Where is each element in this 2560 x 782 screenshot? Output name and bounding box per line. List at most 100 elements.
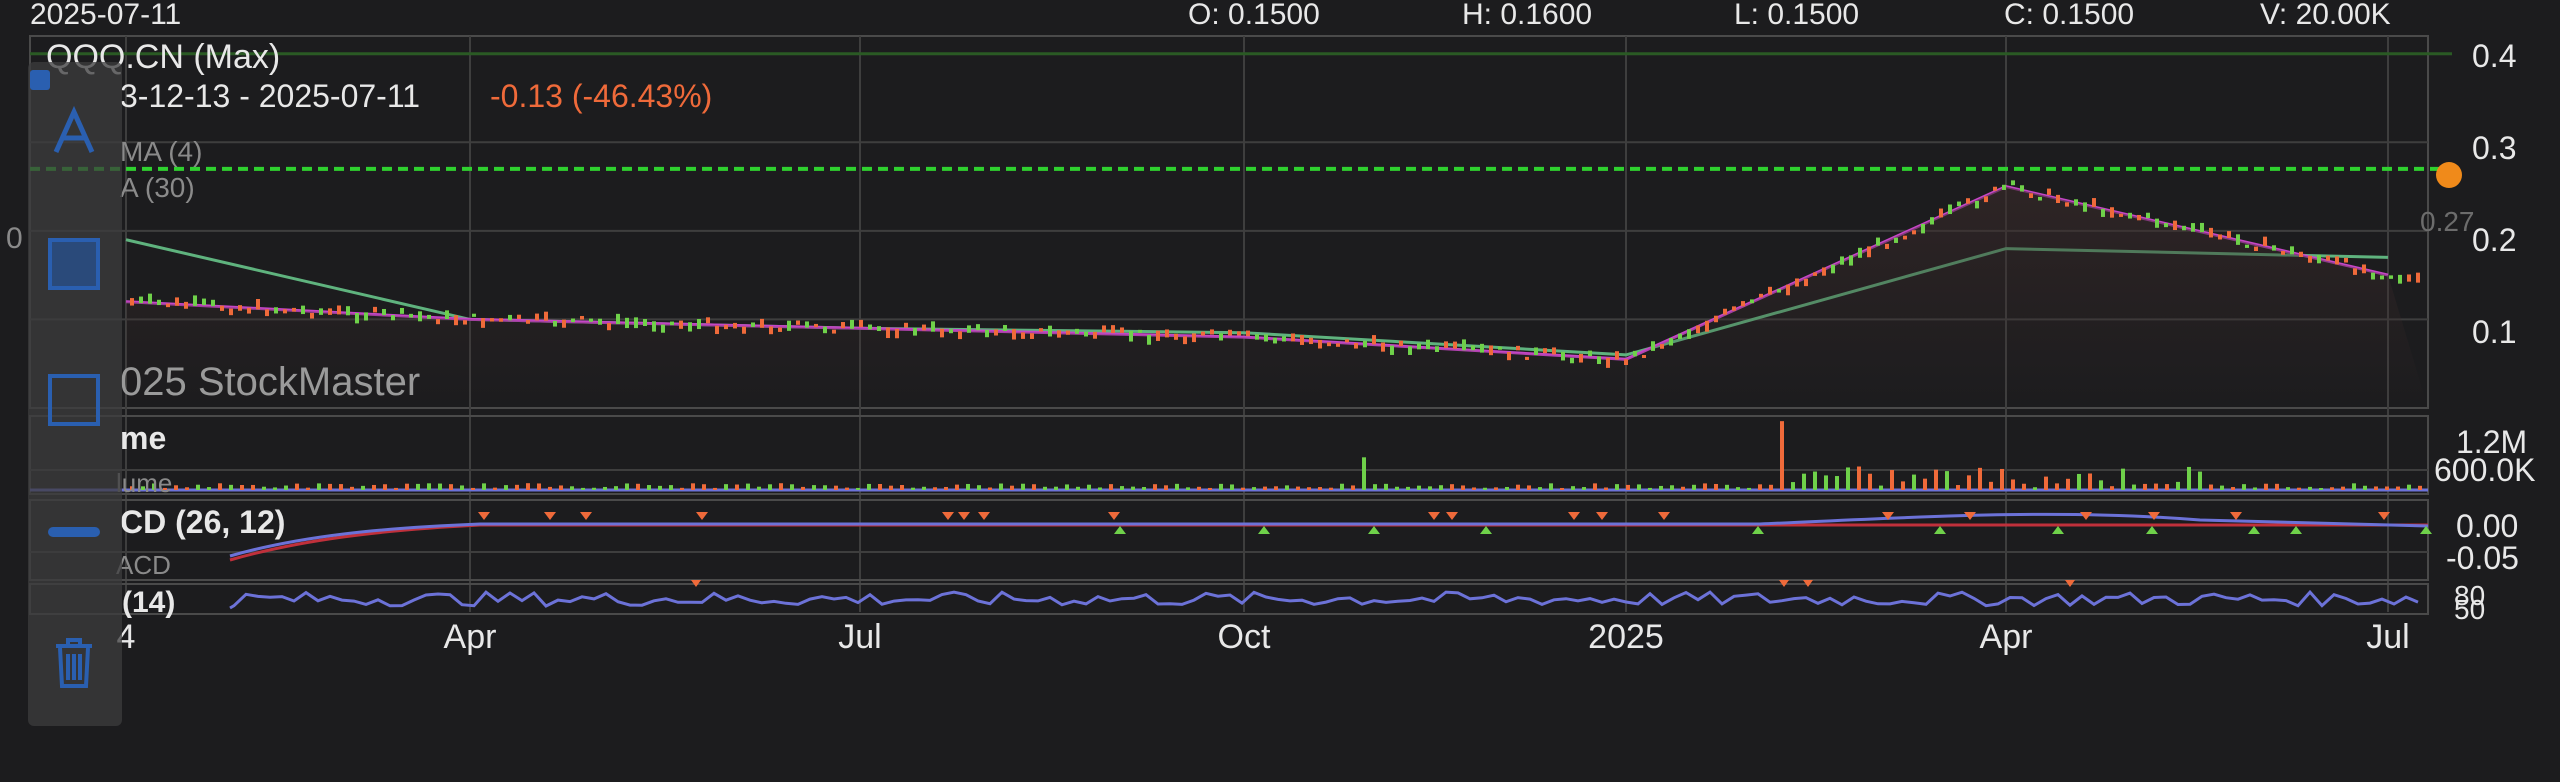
candle bbox=[1525, 356, 1529, 360]
volume-bar bbox=[394, 487, 398, 490]
candle bbox=[535, 313, 539, 321]
candle bbox=[1381, 342, 1385, 352]
volume-bar bbox=[823, 485, 827, 490]
volume-bar bbox=[174, 485, 178, 490]
candle bbox=[148, 293, 152, 304]
macd-tick: -0.05 bbox=[2446, 540, 2519, 576]
candle bbox=[562, 319, 566, 328]
candle bbox=[1111, 325, 1115, 334]
candle bbox=[1489, 345, 1493, 356]
volume-bar bbox=[1318, 487, 1322, 490]
x-tick: Oct bbox=[1217, 618, 1271, 656]
volume-bar bbox=[867, 483, 871, 490]
volume-bar bbox=[1461, 485, 1465, 490]
volume-bar bbox=[1340, 483, 1344, 490]
volume-bar bbox=[988, 487, 992, 490]
rectangle-tool-button[interactable] bbox=[42, 368, 106, 432]
candle bbox=[877, 326, 881, 332]
volume-bar bbox=[1505, 486, 1509, 490]
candle bbox=[1246, 330, 1250, 337]
candle bbox=[1192, 333, 1196, 343]
candle bbox=[2389, 275, 2393, 279]
candle bbox=[2038, 196, 2042, 201]
candle bbox=[382, 308, 386, 316]
volume-bar bbox=[207, 487, 211, 490]
volume-bar bbox=[1516, 484, 1520, 490]
candle bbox=[1858, 247, 1862, 258]
volume-bar bbox=[713, 487, 717, 490]
sell-marker bbox=[1446, 512, 1458, 520]
candle bbox=[967, 325, 971, 333]
volume-bar bbox=[548, 486, 552, 490]
volume-bar bbox=[922, 486, 926, 490]
delete-tool-button[interactable] bbox=[42, 630, 106, 694]
candle bbox=[2083, 202, 2087, 212]
x-tick: Apr bbox=[443, 618, 497, 656]
volume-bar bbox=[1615, 484, 1619, 490]
text-tool-button[interactable] bbox=[42, 100, 106, 164]
volume-bar bbox=[2319, 487, 2323, 490]
buy-marker bbox=[2290, 526, 2302, 534]
candle bbox=[2362, 264, 2366, 274]
candle bbox=[1318, 339, 1322, 349]
candle bbox=[1957, 201, 1961, 207]
volume-bar bbox=[570, 486, 574, 490]
candle bbox=[1300, 335, 1304, 345]
candle bbox=[1813, 272, 1817, 276]
volume-bar bbox=[1736, 487, 1740, 490]
candle bbox=[2227, 231, 2231, 238]
candle bbox=[1939, 208, 1943, 218]
candle bbox=[355, 312, 359, 324]
volume-bar bbox=[2066, 478, 2070, 490]
candle bbox=[841, 322, 845, 329]
price-tick: 0.4 bbox=[2472, 38, 2517, 74]
candle bbox=[1687, 329, 1691, 339]
candle bbox=[1084, 331, 1088, 337]
line-tool-button[interactable] bbox=[42, 500, 106, 564]
sell-marker bbox=[1658, 512, 1670, 520]
volume-bar bbox=[581, 487, 585, 490]
candle bbox=[976, 324, 980, 331]
candle bbox=[301, 305, 305, 315]
volume-bar bbox=[1637, 484, 1641, 490]
candle bbox=[166, 303, 170, 308]
candle bbox=[2245, 244, 2249, 248]
candle bbox=[292, 307, 296, 312]
volume-sub: lume bbox=[116, 468, 173, 498]
candle bbox=[490, 318, 494, 322]
volume-bar bbox=[1989, 481, 1993, 490]
candle bbox=[2137, 214, 2141, 221]
candle bbox=[1444, 341, 1448, 348]
volume-bar bbox=[768, 484, 772, 490]
candle bbox=[1327, 342, 1331, 347]
volume-bar bbox=[1791, 482, 1795, 490]
volume-bar bbox=[2418, 485, 2422, 490]
toolbar-badge-icon bbox=[30, 70, 50, 90]
candle bbox=[1777, 288, 1781, 293]
candle bbox=[769, 326, 773, 335]
candle bbox=[202, 298, 206, 306]
candle bbox=[931, 321, 935, 332]
candle bbox=[139, 296, 143, 304]
x-tick: 2025 bbox=[1588, 618, 1664, 656]
volume-bar bbox=[1648, 487, 1652, 490]
filled-square-icon bbox=[48, 238, 100, 290]
candle bbox=[859, 319, 863, 328]
candle bbox=[427, 314, 431, 319]
volume-bar bbox=[1208, 487, 1212, 490]
candle bbox=[1912, 230, 1916, 235]
price-level-handle[interactable] bbox=[2436, 162, 2462, 188]
volume-bar bbox=[1329, 487, 1333, 490]
filled-rectangle-tool-button[interactable] bbox=[42, 232, 106, 296]
candle bbox=[418, 311, 422, 322]
volume-bar bbox=[1153, 484, 1157, 490]
volume-bar bbox=[2308, 486, 2312, 490]
volume-bar bbox=[284, 485, 288, 490]
candle bbox=[2407, 274, 2411, 282]
volume-bar bbox=[2055, 483, 2059, 490]
candle bbox=[1795, 278, 1799, 287]
candle bbox=[2155, 218, 2159, 228]
candle bbox=[1255, 334, 1259, 340]
candle bbox=[1309, 337, 1313, 345]
header-high: H: 0.1600 bbox=[1462, 0, 1593, 31]
